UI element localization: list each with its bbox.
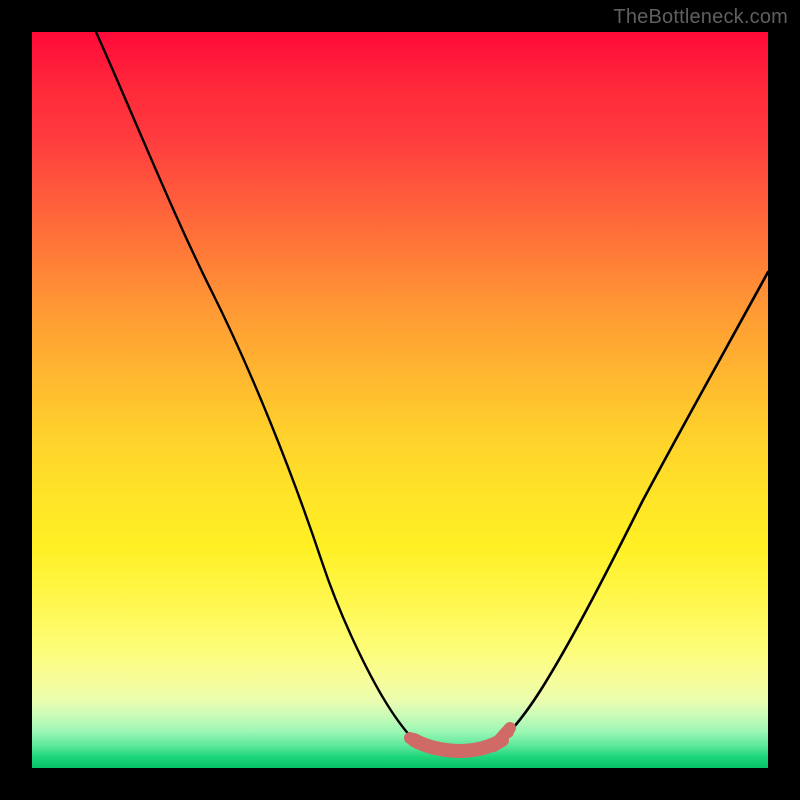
plot-area bbox=[32, 32, 768, 768]
curve-left-descent bbox=[96, 32, 414, 740]
attribution-label: TheBottleneck.com bbox=[613, 6, 788, 29]
chart-stage: TheBottleneck.com bbox=[0, 0, 800, 800]
curve-right-ascent bbox=[502, 272, 768, 740]
curves-layer bbox=[32, 32, 768, 768]
valley-left-dot bbox=[404, 732, 416, 744]
valley-right-dot bbox=[502, 726, 514, 738]
